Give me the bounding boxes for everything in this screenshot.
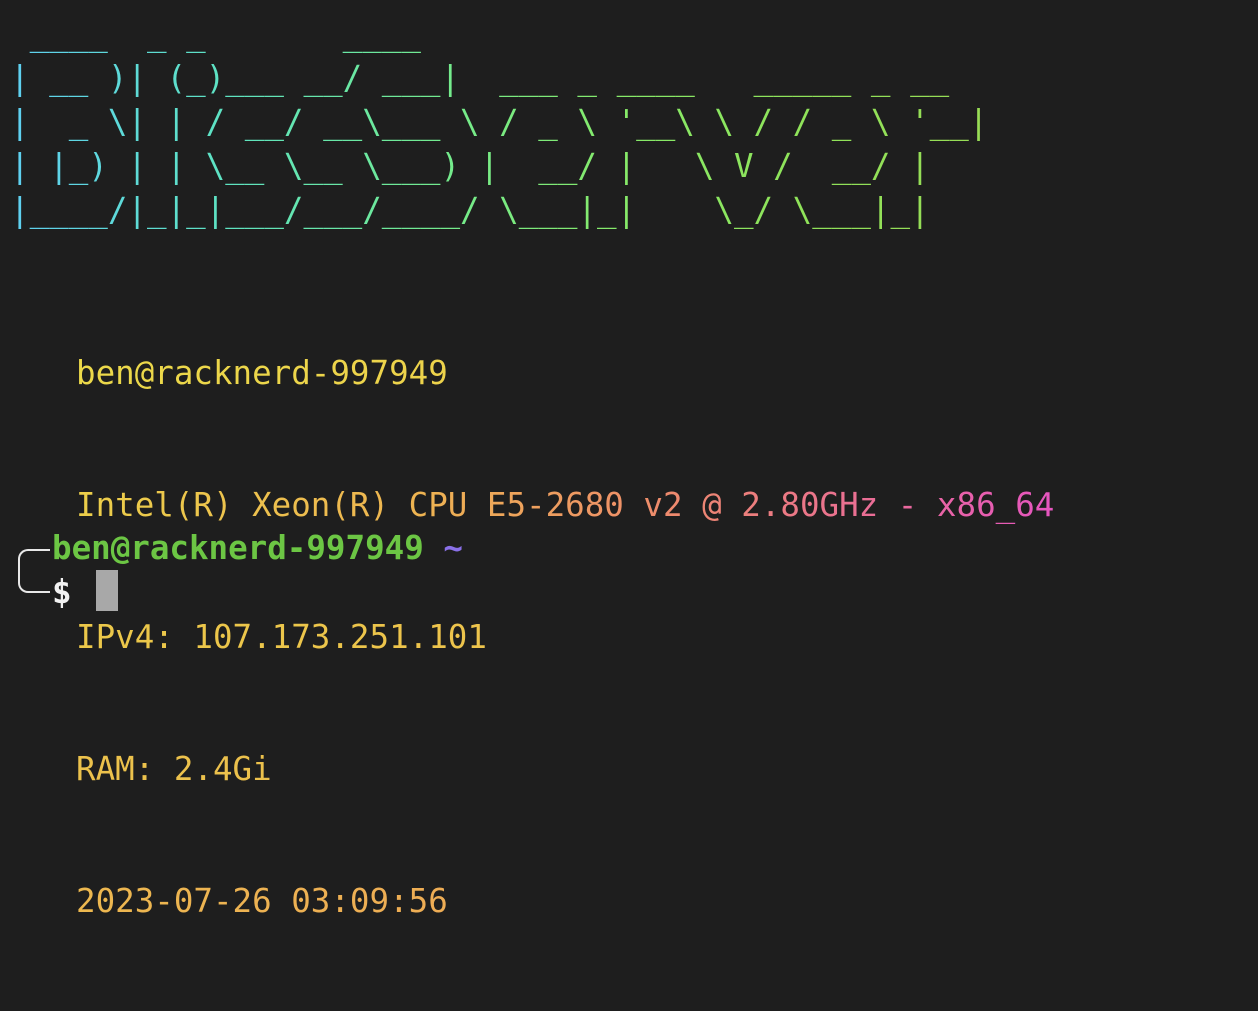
info-cpu: Intel(R) Xeon(R) CPU E5-2680 v2 @ 2.80GH… bbox=[76, 483, 1054, 527]
info-hostname: ben@racknerd-997949 bbox=[76, 351, 1054, 395]
terminal-window[interactable]: ____ _ _ ____ | __ )| (_)___ __/ ___| __… bbox=[0, 0, 1258, 920]
prompt-cwd: ~ bbox=[443, 529, 463, 567]
info-ram: RAM: 2.4Gi bbox=[76, 747, 1054, 791]
ascii-banner: ____ _ _ ____ | __ )| (_)___ __/ ___| __… bbox=[10, 12, 988, 232]
prompt-line: ben@racknerd-997949 ~ bbox=[52, 526, 463, 570]
text-cursor[interactable] bbox=[96, 570, 118, 611]
info-datetime: 2023-07-26 03:09:56 bbox=[76, 879, 1054, 923]
prompt-user-host: ben@racknerd-997949 bbox=[52, 529, 424, 567]
prompt-symbol: $ bbox=[52, 573, 72, 611]
system-info: ben@racknerd-997949 Intel(R) Xeon(R) CPU… bbox=[76, 263, 1054, 1011]
prompt-frame bbox=[18, 549, 50, 593]
